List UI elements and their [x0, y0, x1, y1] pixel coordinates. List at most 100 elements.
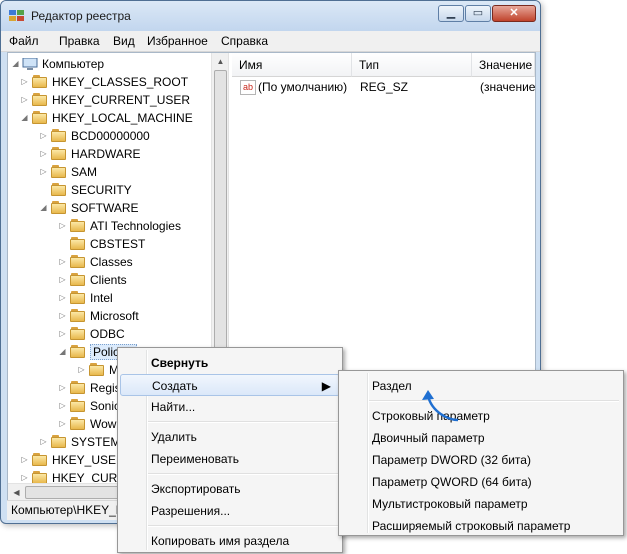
minimize-button[interactable]: ▁ — [438, 5, 464, 22]
hscroll-thumb[interactable] — [25, 486, 125, 499]
value-data: (значение — [480, 80, 535, 94]
submenu-item[interactable]: Двоичный параметр — [341, 427, 621, 449]
expand-icon[interactable]: ▷ — [58, 257, 67, 266]
expand-icon[interactable]: ▷ — [20, 473, 29, 482]
submenu-item[interactable]: Параметр QWORD (64 бита) — [341, 471, 621, 493]
expand-icon[interactable]: ▷ — [39, 149, 48, 158]
menu-edit[interactable]: Правка — [59, 34, 100, 48]
computer-icon — [22, 58, 38, 70]
title-bar[interactable]: Редактор реестра ▁ ▭ ✕ — [1, 1, 540, 31]
submenu-item[interactable]: Параметр DWORD (32 бита) — [341, 449, 621, 471]
column-header-name[interactable]: Имя — [232, 53, 352, 77]
folder-icon — [70, 327, 86, 340]
folder-icon — [51, 183, 67, 196]
context-menu-item-label: Удалить — [151, 430, 197, 444]
expand-icon[interactable]: ▷ — [58, 329, 67, 338]
caption-buttons: ▁ ▭ ✕ — [437, 5, 536, 23]
menu-help[interactable]: Справка — [221, 34, 268, 48]
column-header-name-label: Имя — [239, 58, 263, 72]
expand-icon[interactable]: ▷ — [20, 95, 29, 104]
tree-item-label: Sonic — [90, 399, 121, 413]
column-header-type-label: Тип — [359, 58, 380, 72]
expand-icon[interactable]: ▷ — [58, 401, 67, 410]
expand-icon[interactable]: ▷ — [20, 455, 29, 464]
tree-item-label: ODBC — [90, 327, 125, 341]
context-menu-item[interactable]: Удалить — [120, 426, 340, 448]
value-row[interactable]: ab (По умолчанию) REG_SZ (значение — [232, 79, 535, 99]
tree-item-label: SOFTWARE — [71, 201, 139, 215]
scroll-left-icon[interactable]: ◀ — [8, 484, 25, 501]
context-menu-item-label: Создать — [152, 379, 198, 393]
expand-icon[interactable]: ▷ — [58, 221, 67, 230]
column-header-type[interactable]: Тип — [352, 53, 472, 77]
collapse-icon[interactable]: ◢ — [11, 59, 20, 68]
context-menu-item[interactable]: Экспортировать — [120, 478, 340, 500]
expand-icon[interactable]: ▷ — [39, 131, 48, 140]
folder-icon — [70, 417, 86, 430]
collapse-icon[interactable]: ◢ — [58, 347, 67, 356]
context-menu-item-label: Экспортировать — [151, 482, 241, 496]
menu-favorites[interactable]: Избранное — [147, 34, 208, 48]
tree-item-label: Clients — [90, 273, 127, 287]
context-menu: Свернуть Создать ▶ Найти... Удалить Переимено… — [117, 347, 343, 553]
expand-icon[interactable]: ▷ — [39, 437, 48, 446]
minimize-icon: ▁ — [446, 7, 456, 19]
expand-icon[interactable]: ▷ — [39, 167, 48, 176]
folder-icon — [51, 147, 67, 160]
tree-item-label: Intel — [90, 291, 113, 305]
menu-bar: Файл Правка Вид Избранное Справка — [1, 31, 540, 52]
context-menu-item-label: Найти... — [151, 400, 196, 414]
status-path: Компьютер\HKEY_L — [11, 503, 123, 517]
menu-separator — [148, 421, 338, 423]
context-menu-item[interactable]: Разрешения... — [120, 500, 340, 522]
context-menu-item[interactable]: Создать ▶ — [120, 374, 340, 396]
folder-icon — [51, 435, 67, 448]
registry-app-icon — [9, 10, 24, 21]
value-type: REG_SZ — [360, 80, 409, 94]
expand-icon[interactable]: ▷ — [58, 419, 67, 428]
expand-icon[interactable]: ▷ — [58, 275, 67, 284]
submenu-arrow-icon: ▶ — [321, 379, 331, 393]
context-menu-item[interactable]: Свернуть — [120, 352, 340, 374]
submenu-item[interactable]: Мультистроковый параметр — [341, 493, 621, 515]
context-menu-item[interactable]: Найти... — [120, 396, 340, 418]
tree-item-label: SECURITY — [71, 183, 132, 197]
submenu-item-label: Параметр DWORD (32 бита) — [372, 453, 531, 467]
close-button[interactable]: ✕ — [492, 5, 536, 22]
folder-icon — [70, 255, 86, 268]
tree-item-label: HKEY_CLASSES_ROOT — [52, 75, 189, 89]
folder-icon — [51, 165, 67, 178]
expand-icon[interactable]: ▷ — [58, 311, 67, 320]
submenu-item[interactable]: Раздел — [341, 375, 621, 397]
column-header-value[interactable]: Значение — [472, 53, 535, 77]
folder-icon — [70, 219, 86, 232]
expand-icon[interactable]: ▷ — [77, 365, 86, 374]
folder-icon — [70, 273, 86, 286]
tree-item-label: CBSTEST — [90, 237, 146, 251]
collapse-icon[interactable]: ◢ — [39, 203, 48, 212]
menu-separator — [148, 473, 338, 475]
context-menu-item[interactable]: Копировать имя раздела — [120, 530, 340, 552]
expand-icon[interactable]: ▷ — [20, 77, 29, 86]
folder-icon — [70, 309, 86, 322]
folder-icon — [51, 201, 67, 214]
tree-item-label: HARDWARE — [71, 147, 141, 161]
menu-separator — [148, 525, 338, 527]
scroll-up-icon[interactable]: ▲ — [212, 53, 229, 70]
tree-item-label: ATI Technologies — [90, 219, 181, 233]
submenu-item[interactable]: Расширяемый строковый параметр — [341, 515, 621, 537]
value-name: (По умолчанию) — [258, 80, 348, 94]
window-title: Редактор реестра — [31, 9, 131, 23]
collapse-icon[interactable]: ◢ — [20, 113, 29, 122]
tree-root-label: Компьютер — [42, 57, 105, 71]
create-submenu: Раздел Строковый параметр Двоичный парамет… — [338, 370, 624, 536]
expand-icon[interactable]: ▷ — [58, 383, 67, 392]
menu-file[interactable]: Файл — [9, 34, 39, 48]
submenu-item[interactable]: Строковый параметр — [341, 405, 621, 427]
context-menu-item[interactable]: Переименовать — [120, 448, 340, 470]
expand-icon[interactable]: ▷ — [58, 293, 67, 302]
submenu-item-label: Мультистроковый параметр — [372, 497, 528, 511]
tree-item-label: Microsoft — [90, 309, 139, 323]
menu-view[interactable]: Вид — [113, 34, 135, 48]
maximize-button[interactable]: ▭ — [465, 5, 491, 22]
